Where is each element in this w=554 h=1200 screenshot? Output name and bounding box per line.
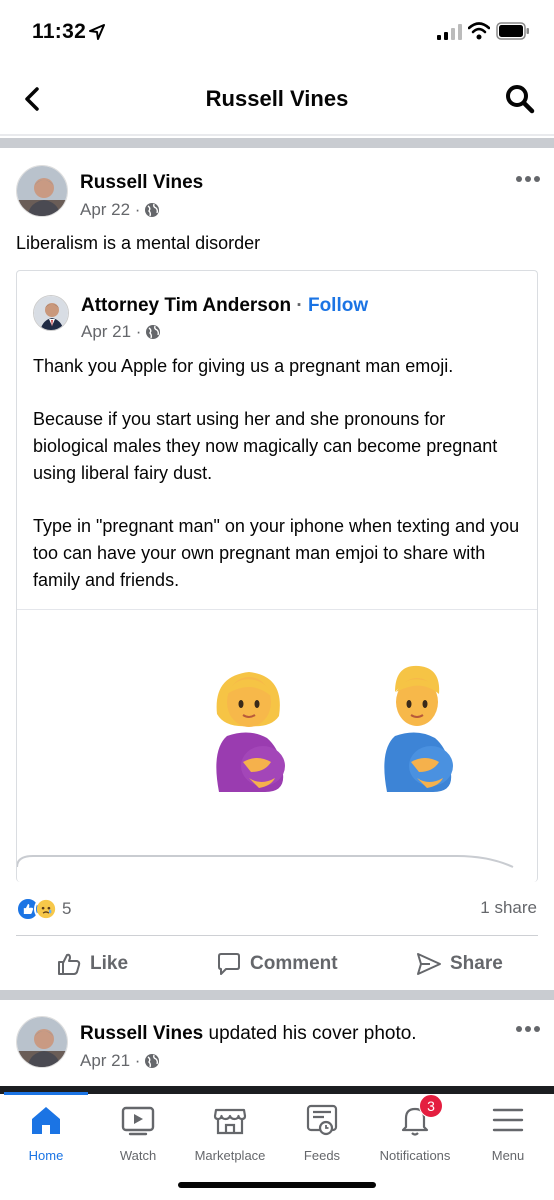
search-icon[interactable]: [504, 83, 536, 115]
active-tab-indicator: [4, 1092, 88, 1095]
avatar-photo: [17, 166, 67, 216]
home-icon: [32, 1107, 60, 1134]
reactions-summary[interactable]: 5: [16, 897, 71, 921]
marketplace-icon: [213, 1108, 247, 1135]
second-post-date: Apr 21 ·: [80, 1051, 141, 1070]
shared-author-name[interactable]: Attorney Tim Anderson: [81, 295, 291, 316]
sad-reaction-icon: [34, 897, 58, 921]
tab-label: Watch: [119, 1148, 157, 1163]
globe-icon: [145, 203, 160, 217]
tab-label: Notifications: [379, 1148, 451, 1163]
comment-button[interactable]: Comment: [216, 948, 338, 980]
tab-feeds[interactable]: Feeds: [276, 1102, 368, 1172]
more-options-icon[interactable]: [514, 172, 542, 186]
tab-watch[interactable]: Watch: [92, 1102, 184, 1172]
post-text: Liberalism is a mental disorder: [16, 233, 261, 253]
shared-paragraph-3: Type in "pregnant man" on your iphone wh…: [33, 516, 520, 590]
menu-icon: [492, 1108, 524, 1132]
pregnant-man-emoji: [384, 665, 453, 792]
notification-badge: 3: [419, 1094, 443, 1118]
more-options-icon[interactable]: [514, 1022, 542, 1036]
like-label: Like: [90, 953, 129, 974]
avatar-photo: [17, 1017, 67, 1067]
home-indicator: [178, 1182, 376, 1188]
post-date: Apr 22 ·: [80, 200, 141, 219]
follow-link[interactable]: Follow: [308, 295, 368, 316]
status-time: 11:32: [32, 20, 87, 43]
watch-icon: [121, 1106, 155, 1136]
share-button[interactable]: Share: [416, 948, 503, 980]
action-divider: [16, 935, 538, 936]
tab-label: Feeds: [303, 1148, 341, 1163]
wifi-icon: [468, 22, 490, 40]
shared-paragraph-1: Thank you Apple for giving us a pregnant…: [33, 356, 454, 376]
shared-image[interactable]: [17, 609, 537, 868]
post-meta: Apr 22 ·: [80, 200, 160, 220]
nav-header: Russell Vines: [0, 66, 554, 132]
second-post-action: updated his cover photo.: [203, 1023, 417, 1044]
share-count[interactable]: 1 share: [480, 898, 537, 918]
tab-label: Menu: [491, 1148, 525, 1163]
battery-icon: [496, 22, 529, 40]
post-author[interactable]: Russell Vines: [80, 172, 203, 194]
feed-divider: [0, 138, 554, 148]
shared-date: Apr 21 ·: [81, 322, 142, 341]
tab-label: Marketplace: [194, 1148, 266, 1163]
shared-avatar-photo: [34, 296, 68, 330]
preview-card-edge: [17, 855, 514, 868]
status-bar: 11:32: [0, 0, 554, 66]
tab-menu[interactable]: Menu: [462, 1102, 554, 1172]
globe-icon: [146, 325, 161, 339]
like-icon: [58, 953, 81, 975]
page-title: Russell Vines: [205, 86, 349, 111]
shared-post[interactable]: Attorney Tim Anderson · Follow Apr 21 · …: [16, 270, 538, 882]
share-label: Share: [450, 953, 503, 974]
globe-icon: [145, 1054, 160, 1068]
tab-notifications[interactable]: 3 Notifications: [368, 1094, 462, 1172]
share-icon: [417, 953, 441, 975]
tab-label: Home: [28, 1148, 64, 1163]
second-post-author[interactable]: Russell Vines: [80, 1023, 203, 1044]
shared-meta: Apr 21 ·: [81, 322, 161, 342]
shared-separator: ·: [291, 295, 308, 316]
shared-paragraph-2: Because if you start using her and she p…: [33, 409, 498, 483]
feeds-icon: [306, 1104, 338, 1136]
comment-label: Comment: [250, 953, 338, 974]
shared-avatar[interactable]: [33, 295, 69, 331]
signal-icon: [437, 24, 462, 40]
second-post-header: Russell Vines updated his cover photo.: [80, 1023, 417, 1045]
tab-home[interactable]: Home: [0, 1102, 92, 1172]
shared-author-line: Attorney Tim Anderson · Follow: [81, 295, 368, 317]
feed-divider: [0, 990, 554, 1000]
reaction-count: 5: [62, 899, 72, 918]
comment-icon: [218, 953, 240, 975]
second-post-meta: Apr 21 ·: [80, 1051, 160, 1071]
tab-marketplace[interactable]: Marketplace: [184, 1102, 276, 1172]
pregnant-woman-emoji: [216, 672, 285, 792]
header-divider: [0, 134, 554, 136]
like-button[interactable]: Like: [56, 948, 128, 980]
avatar[interactable]: [16, 1016, 68, 1068]
location-arrow-icon: [89, 24, 105, 40]
avatar[interactable]: [16, 165, 68, 217]
